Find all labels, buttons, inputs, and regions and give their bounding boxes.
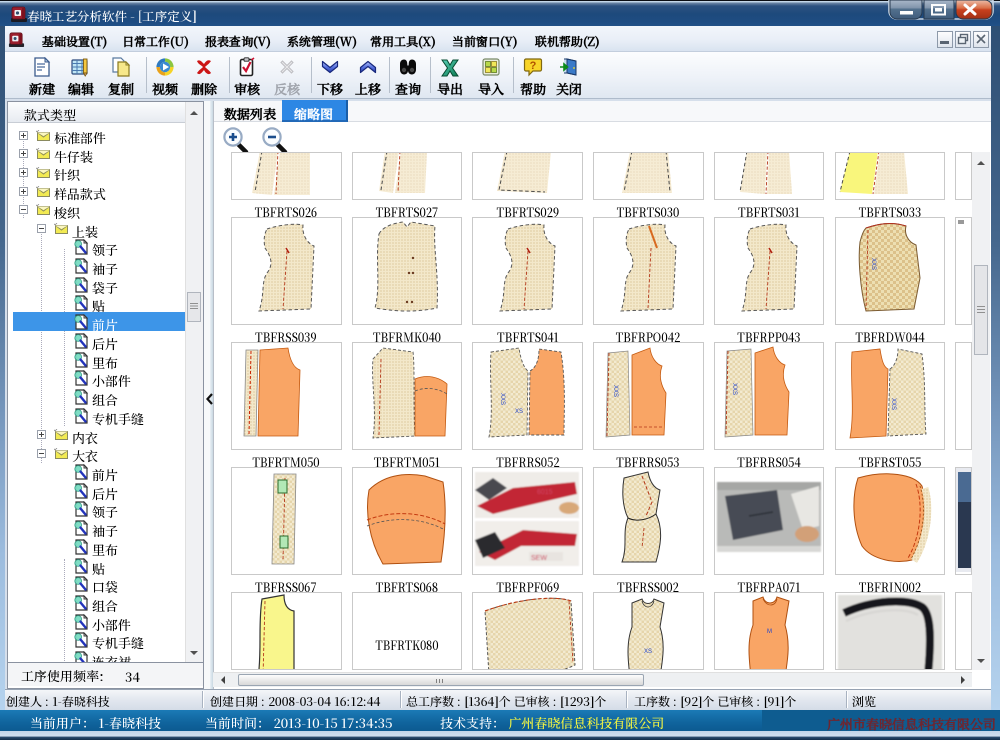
svg-text:XXS: XXS [612,385,618,397]
svg-text:SEW: SEW [531,555,547,562]
svg-text:XXS: XXS [870,258,876,270]
svg-text:?: ? [530,60,537,72]
svg-text:XXS: XXS [890,398,896,410]
svg-text:XS: XS [515,409,523,415]
svg-text:TBFRTK080: TBFRTK080 [375,635,439,654]
svg-text:XS: XS [644,649,652,655]
svg-text:XXS: XXS [499,393,505,405]
svg-text:XXS: XXS [731,383,737,395]
svg-text:M: M [767,629,772,635]
svg-text:6015: 6015 [537,489,553,496]
